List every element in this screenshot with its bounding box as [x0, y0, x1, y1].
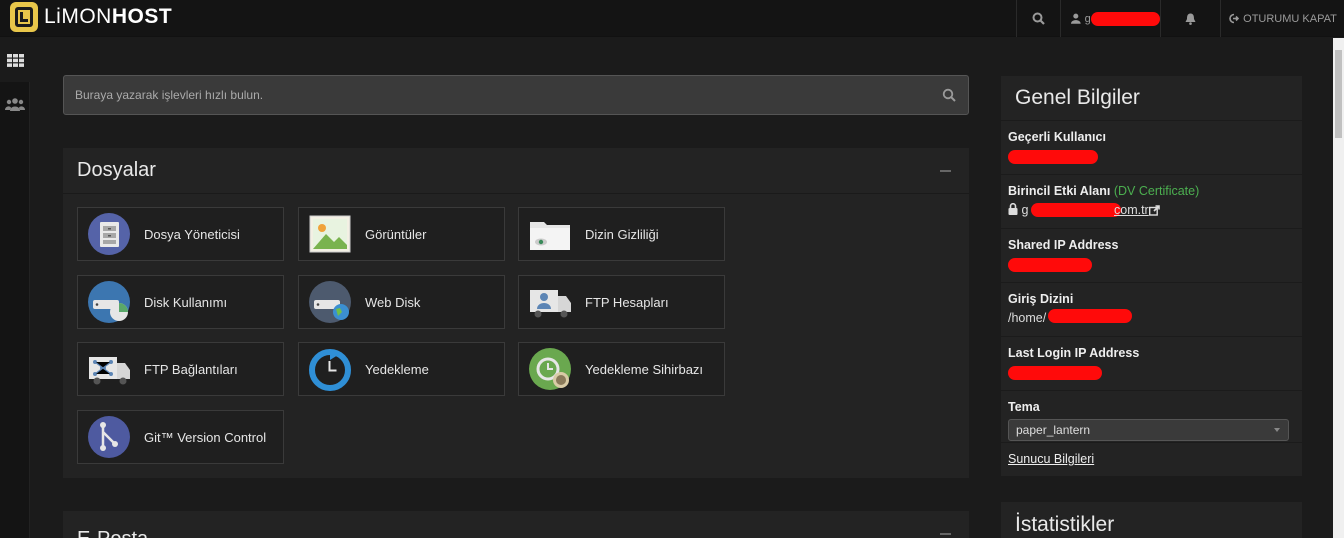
brand-name: LiMONHOST	[44, 5, 173, 28]
tile-label: Dizin Gizliliği	[585, 226, 659, 242]
git-icon	[88, 416, 130, 458]
tile-label: FTP Hesapları	[585, 294, 669, 310]
grid-icon	[6, 53, 24, 67]
files-panel-header[interactable]: Dosyalar	[63, 148, 969, 194]
lock-icon	[1008, 202, 1018, 215]
last-login-ip-redaction	[1008, 366, 1102, 380]
files-panel: Dosyalar Dosya Yöneticisi Görüntüler Diz…	[63, 148, 969, 478]
folder-eye-icon	[530, 222, 570, 250]
web-disk-icon	[309, 281, 351, 323]
shared-ip-row: Shared IP Address	[1001, 229, 1302, 283]
email-panel: E-Posta	[63, 511, 969, 538]
collapse-icon[interactable]	[940, 533, 951, 535]
theme-label: Tema	[1008, 400, 1040, 414]
general-info-title: Genel Bilgiler	[1001, 76, 1302, 121]
disk-usage-icon	[88, 281, 130, 323]
tile-images[interactable]: Görüntüler	[298, 207, 505, 261]
theme-row: Tema paper_lantern	[1001, 391, 1302, 443]
home-dir-row: Giriş Dizini /home/	[1001, 283, 1302, 337]
top-bar: LiMONHOST g OTURUMU KAPAT	[0, 0, 1344, 37]
dropdown-arrow-icon	[1274, 428, 1280, 432]
theme-select[interactable]: paper_lantern	[1008, 419, 1289, 441]
domain-redaction	[1031, 203, 1121, 217]
current-user-redaction	[1008, 150, 1098, 164]
username-initial: g	[1084, 12, 1091, 25]
user-menu-button[interactable]: g	[1060, 0, 1160, 37]
files-panel-title: Dosyalar	[77, 159, 156, 181]
collapse-icon[interactable]	[940, 170, 951, 172]
backup-wizard-icon	[529, 348, 571, 390]
tile-label: FTP Bağlantıları	[144, 361, 238, 377]
brand-logo[interactable]: LiMONHOST	[10, 2, 172, 32]
tile-ftp-accounts[interactable]: FTP Hesapları	[518, 275, 725, 329]
rail-users-button[interactable]	[0, 82, 30, 126]
home-dir-redaction	[1048, 309, 1132, 323]
external-link-icon[interactable]	[1149, 205, 1160, 216]
primary-domain-label: Birincil Etki Alanı (DV Certificate)	[1008, 184, 1200, 198]
shared-ip-label: Shared IP Address	[1008, 238, 1119, 252]
statistics-panel: İstatistikler	[1001, 502, 1302, 538]
shared-ip-redaction	[1008, 258, 1092, 272]
email-panel-header[interactable]: E-Posta	[63, 511, 969, 538]
tile-label: Görüntüler	[365, 226, 427, 242]
left-rail	[0, 38, 30, 538]
search-icon[interactable]	[942, 88, 956, 102]
top-search-button[interactable]	[1016, 0, 1060, 37]
tile-label: Web Disk	[365, 294, 421, 310]
last-login-ip-row: Last Login IP Address	[1001, 337, 1302, 391]
file-cabinet-icon	[88, 213, 130, 255]
logout-icon	[1229, 13, 1240, 24]
page-scrollbar[interactable]	[1333, 38, 1344, 538]
email-panel-title: E-Posta	[77, 528, 148, 538]
theme-select-value: paper_lantern	[1016, 423, 1091, 437]
tile-label: Yedekleme	[365, 361, 429, 377]
ftp-accounts-icon	[530, 290, 571, 318]
tile-disk-usage[interactable]: Disk Kullanımı	[77, 275, 284, 329]
users-icon	[5, 97, 25, 111]
tile-ftp-connections[interactable]: FTP Bağlantıları	[77, 342, 284, 396]
notifications-button[interactable]	[1160, 0, 1220, 37]
rail-home-button[interactable]	[0, 38, 30, 82]
general-info-panel: Genel Bilgiler Geçerli Kullanıcı Birinci…	[1001, 76, 1302, 476]
user-icon	[1071, 13, 1081, 24]
tile-label: Dosya Yöneticisi	[144, 226, 240, 242]
image-icon	[309, 215, 351, 253]
search-icon	[1032, 12, 1045, 25]
home-dir-prefix: /home/	[1008, 311, 1047, 325]
limonhost-logo-icon	[10, 2, 38, 32]
tile-web-disk[interactable]: Web Disk	[298, 275, 505, 329]
primary-domain-row: Birincil Etki Alanı (DV Certificate) g c…	[1001, 175, 1302, 229]
tile-file-manager[interactable]: Dosya Yöneticisi	[77, 207, 284, 261]
logout-button[interactable]: OTURUMU KAPAT	[1220, 0, 1344, 37]
tile-label: Yedekleme Sihirbazı	[585, 361, 704, 377]
ftp-connections-icon	[89, 357, 130, 385]
quick-search-box[interactable]	[63, 75, 969, 115]
home-dir-label: Giriş Dizini	[1008, 292, 1074, 306]
current-user-row: Geçerli Kullanıcı	[1001, 121, 1302, 175]
tile-backup-wizard[interactable]: Yedekleme Sihirbazı	[518, 342, 725, 396]
tile-label: Git™ Version Control	[144, 429, 267, 445]
server-info-link[interactable]: Sunucu Bilgileri	[1001, 443, 1302, 476]
scrollbar-thumb[interactable]	[1335, 50, 1342, 138]
primary-domain-value[interactable]: g com.tr	[1008, 202, 1295, 219]
bell-icon	[1185, 13, 1196, 25]
dv-certificate-link[interactable]: DV Certificate	[1118, 184, 1195, 198]
backup-icon	[309, 349, 351, 391]
username-redaction	[1090, 11, 1160, 26]
tile-directory-privacy[interactable]: Dizin Gizliliği	[518, 207, 725, 261]
last-login-ip-label: Last Login IP Address	[1008, 346, 1140, 360]
tile-git-version-control[interactable]: Git™ Version Control	[77, 410, 284, 464]
current-user-label: Geçerli Kullanıcı	[1008, 130, 1106, 144]
quick-search-input[interactable]	[75, 88, 925, 102]
statistics-title: İstatistikler	[1015, 512, 1115, 536]
tile-label: Disk Kullanımı	[144, 294, 228, 310]
tile-backup[interactable]: Yedekleme	[298, 342, 505, 396]
logout-label: OTURUMU KAPAT	[1243, 12, 1337, 25]
